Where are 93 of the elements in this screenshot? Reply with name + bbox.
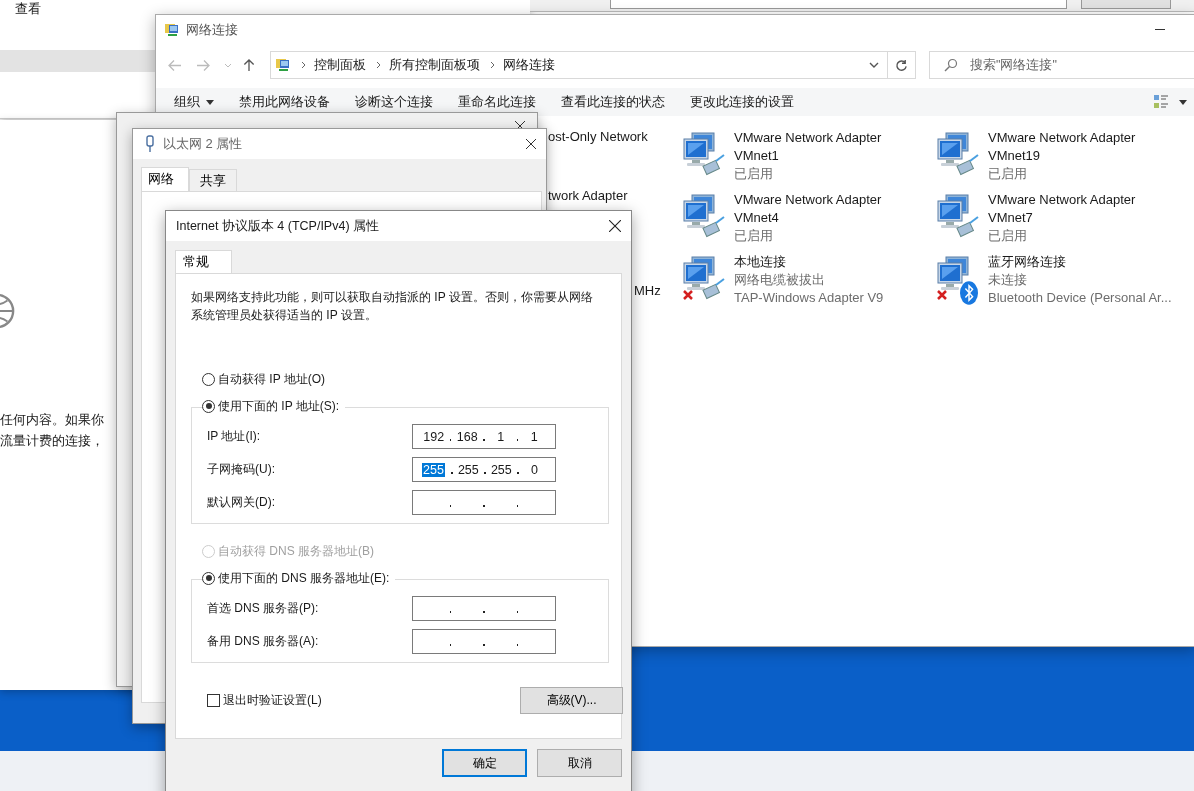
toolbar-button[interactable]: 查看此连接的状态 (551, 89, 675, 115)
adapter-text: VMware Network Adapter (734, 191, 882, 209)
adapter-text: 已启用 (988, 227, 1028, 245)
dot-separator (483, 610, 485, 613)
view-options-icon[interactable] (1153, 94, 1169, 110)
adapter-text: 本地连接 (734, 253, 787, 271)
breadcrumb-item[interactable]: 控制面板 (314, 56, 366, 74)
radio-button[interactable] (202, 372, 215, 386)
adapter-text: VMnet19 (988, 147, 1042, 165)
ip-address-field[interactable] (412, 596, 556, 621)
close-icon[interactable] (526, 139, 536, 149)
body-text: 流量计费的连接， (0, 432, 104, 450)
search-field[interactable]: 搜索"网络连接" (929, 51, 1194, 79)
breadcrumb-item[interactable]: 网络连接 (503, 56, 555, 74)
radio-button[interactable] (202, 571, 215, 585)
toolbar-button[interactable]: 诊断这个连接 (345, 89, 443, 115)
window-title: 网络连接 (186, 21, 238, 39)
address-bar[interactable]: 控制面板 所有控制面板项 网络连接 (270, 51, 888, 79)
search-icon (944, 58, 958, 72)
field-label: 首选 DNS 服务器(P): (207, 600, 319, 617)
dialog-button[interactable]: 确定 (442, 749, 527, 777)
minimize-icon[interactable] (1155, 29, 1165, 31)
adapter-text: 已启用 (988, 165, 1028, 183)
tab[interactable]: 共享 (189, 169, 237, 191)
window-title: 以太网 2 属性 (163, 135, 243, 153)
checkbox[interactable] (207, 694, 220, 707)
adapter-text: 蓝牙网络连接 (988, 253, 1067, 271)
network-folder-icon (164, 22, 180, 38)
network-adapter-icon[interactable] (680, 255, 726, 301)
adapter-text: 网络电缆被拔出 (734, 271, 826, 289)
caret-icon[interactable] (1179, 99, 1187, 105)
adapter-name: twork Adapter (548, 188, 629, 203)
adapter-text: VMnet4 (734, 209, 780, 227)
dialog-button[interactable]: 取消 (537, 749, 622, 777)
refresh-button[interactable] (888, 51, 916, 79)
radio-label[interactable]: 自动获得 IP 地址(O) (218, 370, 326, 388)
adapter-text: VMnet1 (734, 147, 780, 165)
adapter-text: TAP-Windows Adapter V9 (734, 289, 884, 307)
adapter-text: VMware Network Adapter (988, 191, 1136, 209)
body-text: 任何内容。如果你 (0, 411, 104, 429)
adapter-text: 未连接 (988, 271, 1028, 289)
menu-label[interactable]: 查看 (15, 0, 41, 18)
network-adapter-icon[interactable] (934, 131, 980, 177)
bluetooth-icon (960, 281, 978, 305)
ethernet-plug-icon (145, 135, 155, 153)
network-adapter-icon[interactable] (934, 193, 980, 239)
dot-separator (483, 471, 486, 474)
close-icon[interactable] (609, 220, 621, 232)
dot-separator (516, 471, 519, 474)
field-label: 默认网关(D): (207, 494, 275, 511)
dot-separator (450, 471, 453, 474)
ip-address-field[interactable]: 255 255 255 0 (412, 457, 556, 482)
advanced-button[interactable]: 高级(V)... (520, 687, 623, 714)
breadcrumb-item[interactable]: 所有控制面板项 (389, 56, 480, 74)
path-field[interactable] (610, 0, 1067, 9)
chevron-down-icon[interactable] (869, 62, 879, 68)
toolbar-button[interactable]: 组织 (164, 89, 224, 115)
refresh-icon (895, 58, 908, 72)
network-adapter-icon[interactable] (680, 193, 726, 239)
description-text: 如果网络支持此功能，则可以获取自动指派的 IP 设置。否则，你需要从网络系统管理员处获得适当的 IP 设置。 (191, 289, 594, 324)
tab[interactable]: 常规 (175, 250, 232, 273)
dialog-title: Internet 协议版本 4 (TCP/IPv4) 属性 (176, 217, 380, 235)
adapter-name: MHz (634, 283, 662, 298)
adapter-text: VMnet7 (988, 209, 1034, 227)
dot-separator (483, 643, 485, 646)
adapter-name: ost-Only Network (548, 129, 649, 144)
toolbar-button[interactable]: 更改此连接的设置 (680, 89, 804, 115)
field-label: 子网掩码(U): (207, 461, 275, 478)
field-label: 备用 DNS 服务器(A): (207, 633, 319, 650)
ip-address-field[interactable] (412, 629, 556, 654)
radio-button[interactable] (202, 399, 215, 413)
adapter-text: VMware Network Adapter (734, 129, 882, 147)
chevron-right-icon (301, 61, 306, 69)
adapter-text: Bluetooth Device (Personal Ar... (988, 289, 1172, 307)
network-folder-icon (275, 57, 291, 73)
adapter-text: 已启用 (734, 227, 774, 245)
chevron-right-icon (490, 61, 495, 69)
search-input[interactable]: 搜索"网络连接" (968, 57, 1194, 73)
ip-address-field[interactable]: 192 168 1 1 (412, 424, 556, 449)
toolbar-button[interactable]: 重命名此连接 (448, 89, 546, 115)
adapter-text: 已启用 (734, 165, 774, 183)
ip-address-field[interactable] (412, 490, 556, 515)
checkbox-label[interactable]: 退出时验证设置(L) (223, 692, 322, 709)
toolbar-button[interactable]: 禁用此网络设备 (229, 89, 340, 115)
caret-icon[interactable] (206, 99, 214, 105)
network-adapter-icon[interactable] (680, 131, 726, 177)
chevron-right-icon (376, 61, 381, 69)
field-label: IP 地址(I): (207, 428, 261, 445)
dot-separator (483, 438, 485, 441)
adapter-text: VMware Network Adapter (988, 129, 1136, 147)
tab[interactable]: 网络 (141, 167, 189, 191)
dot-separator (483, 504, 485, 507)
up-arrow-icon[interactable] (242, 58, 256, 72)
